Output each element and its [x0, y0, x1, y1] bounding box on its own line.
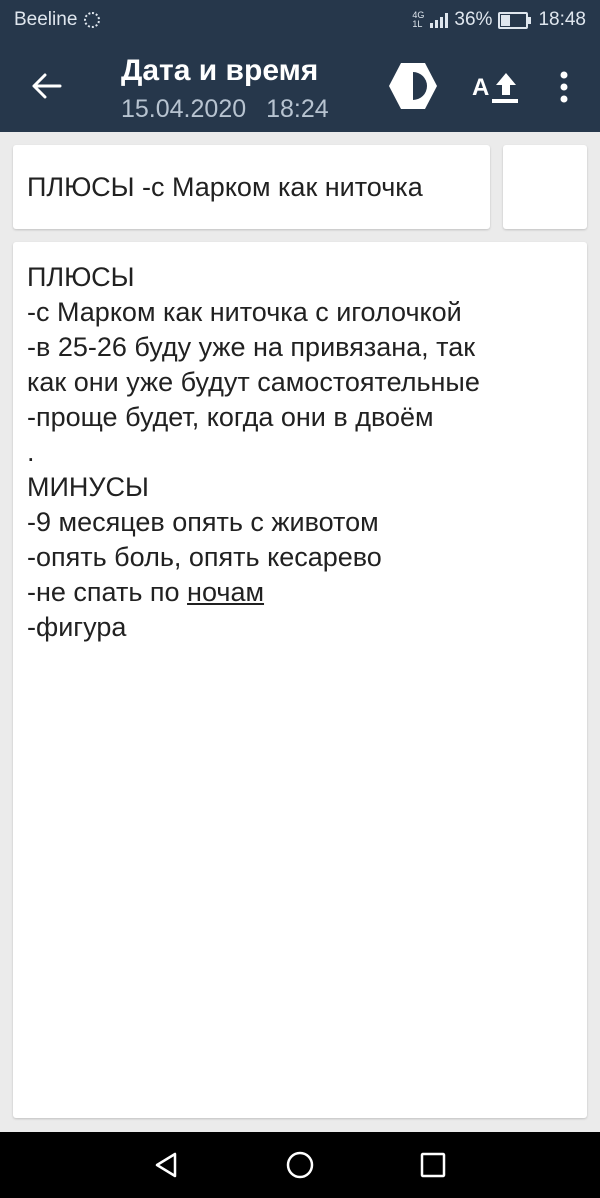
status-indicators: 4G 1L 36% 18:48	[412, 9, 586, 31]
network-type-label: 4G 1L	[412, 11, 424, 29]
note-line: -9 месяцев опять с животом	[27, 507, 379, 537]
note-line: -в 25-26 буду уже на привязана, так	[27, 332, 476, 362]
font-size-up-icon: A	[472, 73, 518, 103]
signal-icon	[430, 12, 449, 28]
note-body-editor[interactable]: ПЛЮСЫ -с Марком как ниточка с иголочкой …	[13, 242, 587, 1118]
note-line: ПЛЮСЫ	[27, 262, 135, 292]
status-time: 18:48	[538, 9, 586, 30]
back-arrow-icon	[32, 73, 62, 99]
app-bar: Дата и время 15.04.2020 18:24 A	[0, 40, 600, 132]
more-vert-icon	[560, 71, 568, 103]
nav-back-button[interactable]	[146, 1145, 186, 1185]
carrier-name: Beeline	[14, 9, 78, 30]
note-line-prefix: -не спать по	[27, 577, 188, 607]
status-bar: Beeline 4G 1L 36% 18:48	[0, 0, 600, 40]
nav-recents-button[interactable]	[413, 1145, 453, 1185]
note-line: .	[27, 437, 35, 467]
network-type-bottom: 1L	[412, 19, 423, 29]
recents-square-icon	[420, 1152, 446, 1178]
font-size-button[interactable]: A	[466, 64, 526, 110]
theme-contrast-icon	[389, 63, 437, 109]
nav-home-button[interactable]	[280, 1145, 320, 1185]
svg-text:A: A	[472, 74, 489, 101]
note-side-panel[interactable]	[503, 145, 587, 229]
home-circle-icon	[286, 1151, 314, 1179]
system-nav-bar	[0, 1132, 600, 1198]
note-date: 15.04.2020	[121, 95, 247, 123]
note-line: МИНУСЫ	[27, 472, 149, 502]
battery-icon	[498, 11, 532, 29]
theme-toggle-button[interactable]	[384, 60, 442, 112]
note-line: -опять боль, опять кесарево	[27, 542, 382, 572]
note-line: как они уже будут самостоятельные	[27, 367, 480, 397]
page-title: Дата и время	[121, 54, 319, 87]
underlined-word: ночам	[187, 577, 265, 607]
note-time: 18:24	[266, 95, 329, 123]
note-line: -с Марком как ниточка с иголочкой	[27, 297, 462, 327]
note-line: -проще будет, когда они в двоём	[27, 402, 434, 432]
note-title-text: ПЛЮСЫ -с Марком как ниточка	[27, 171, 423, 202]
back-triangle-icon	[155, 1152, 177, 1178]
note-title-field[interactable]: ПЛЮСЫ -с Марком как ниточка	[13, 145, 490, 229]
note-line-underlined: -не спать по ночам	[27, 575, 573, 610]
note-datetime: 15.04.2020 18:24	[121, 94, 329, 124]
back-button[interactable]	[24, 66, 70, 106]
note-line: -фигура	[27, 612, 127, 642]
battery-percent: 36%	[454, 9, 493, 30]
carrier-sync-icon	[84, 12, 100, 28]
battery-level-fill	[501, 14, 511, 26]
more-options-button[interactable]	[548, 64, 580, 110]
